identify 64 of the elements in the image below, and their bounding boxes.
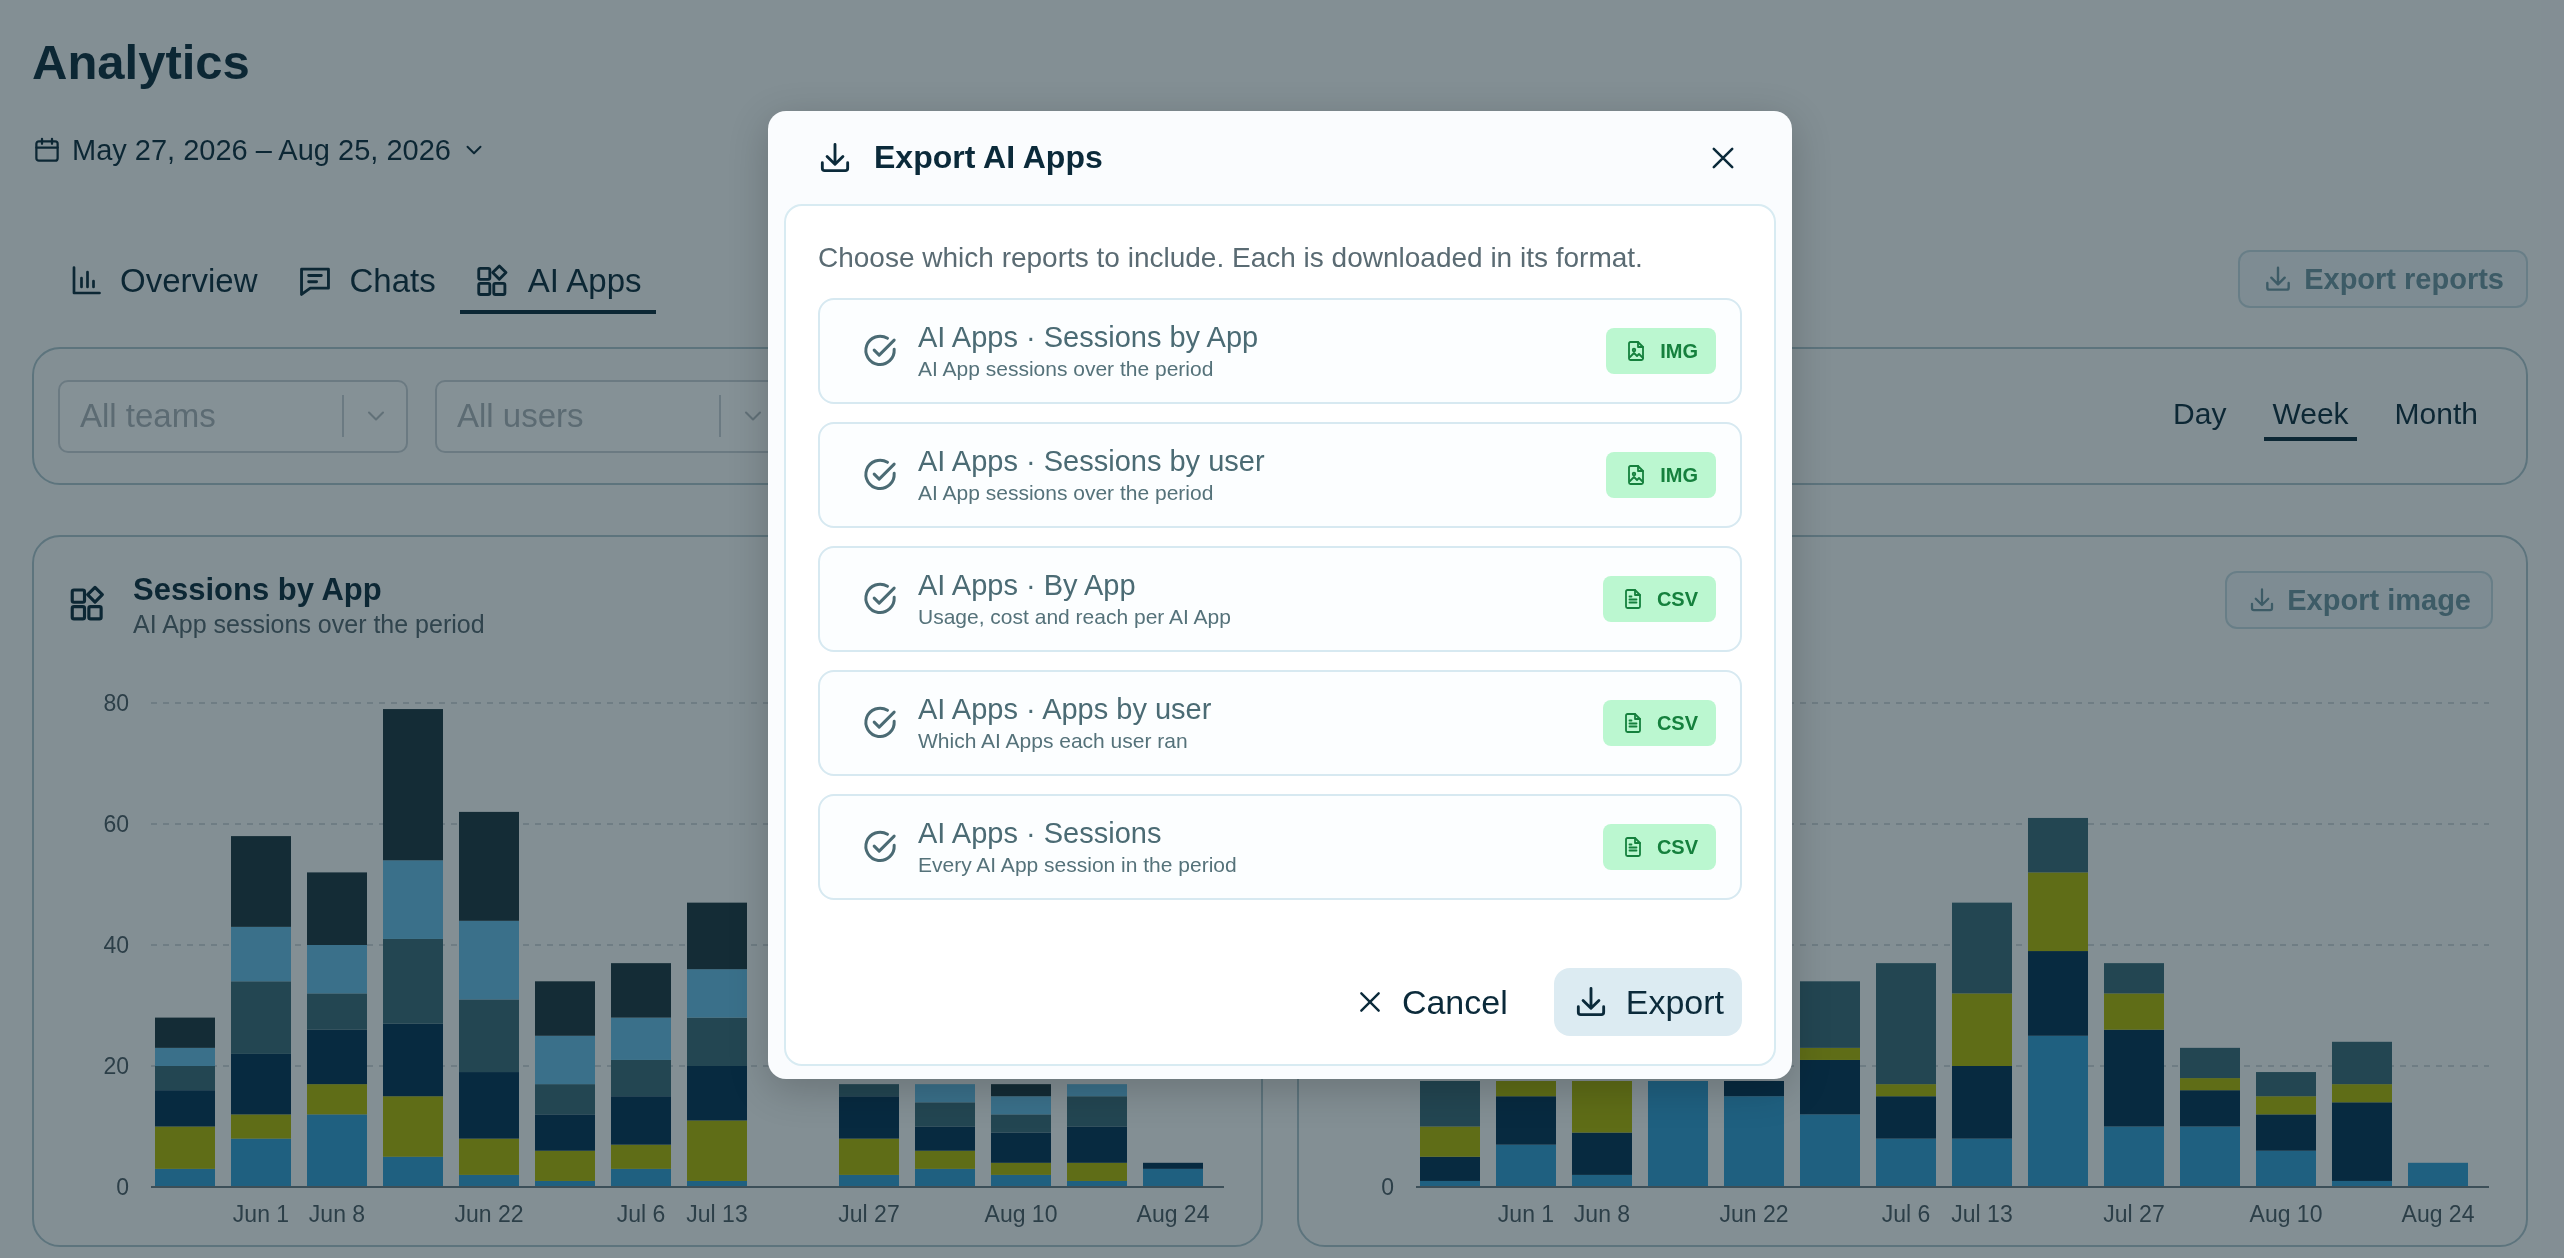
bar-segment	[1572, 1081, 1632, 1133]
report-title: AI Apps · Apps by user	[918, 692, 1213, 726]
axis-label: Jul 6	[616, 1201, 666, 1227]
report-option[interactable]: AI Apps · Sessions by App AI App sessions over the period IMG	[818, 298, 1742, 404]
axis-label: Jul 13	[686, 1201, 748, 1227]
axis-label: 0	[116, 1174, 129, 1200]
granularity-tab[interactable]: Month	[2386, 391, 2486, 441]
report-description: Every AI App session in the period	[918, 852, 1238, 878]
format-badge: IMG	[1606, 452, 1716, 498]
tab[interactable]: Chats	[281, 262, 450, 314]
axis-label: 20	[103, 1053, 129, 1079]
axis-label: Jun 1	[1497, 1201, 1555, 1227]
axis-label: Jul 27	[2103, 1201, 2165, 1227]
tab[interactable]: Overview	[54, 262, 272, 314]
axis-label: Jun 22	[1719, 1201, 1789, 1227]
report-option[interactable]: AI Apps · Sessions by user AI App sessions over the period IMG	[818, 422, 1742, 528]
axis-label: Aug 10	[984, 1201, 1058, 1227]
report-option[interactable]: AI Apps · Apps by user Which AI Apps each user ran CSV	[818, 670, 1742, 776]
axis-label: Jul 27	[838, 1201, 900, 1227]
report-description: Which AI Apps each user ran	[918, 728, 1189, 754]
report-title: AI Apps · Sessions by user	[918, 444, 1266, 478]
report-description: AI App sessions over the period	[918, 356, 1215, 382]
report-title: AI Apps · Sessions by App	[918, 320, 1260, 354]
axis-label: 0	[1381, 1174, 1394, 1200]
format-badge: CSV	[1602, 576, 1716, 622]
export-button[interactable]: Export	[1553, 968, 1742, 1036]
bar-segment	[2028, 817, 2088, 873]
dialog-title: Export AI Apps	[874, 139, 1104, 176]
axis-label: Aug 10	[2249, 1201, 2323, 1227]
report-option[interactable]: AI Apps · By App Usage, cost and reach per AI App CSV	[818, 546, 1742, 652]
bar-segment	[1496, 1144, 1556, 1187]
dialog-description: Choose which reports to include. Each is downloaded in its format.	[818, 241, 1644, 275]
format-badge: IMG	[1606, 328, 1716, 374]
axis-label: Jun 8	[308, 1201, 366, 1227]
axis-label: Jun 1	[232, 1201, 290, 1227]
bar-segment	[1876, 1138, 1936, 1187]
axis-label: 60	[103, 811, 129, 837]
bar-segment	[2256, 1072, 2316, 1097]
axis-label: Jun 8	[1573, 1201, 1631, 1227]
axis-label: Jul 13	[1951, 1201, 2013, 1227]
date-range-picker[interactable]: May 27, 2026 – Aug 25, 2026	[32, 127, 487, 173]
granularity-tab[interactable]: Day	[2165, 391, 2235, 441]
axis-label: Jun 22	[454, 1201, 524, 1227]
report-description: AI App sessions over the period	[918, 480, 1215, 506]
cancel-button[interactable]: Cancel	[1335, 968, 1526, 1036]
axis-label: Jul 6	[1881, 1201, 1931, 1227]
report-title: AI Apps · Sessions	[918, 816, 1163, 850]
bar-segment	[2408, 1162, 2468, 1187]
tab[interactable]: AI Apps	[459, 262, 656, 314]
granularity-tab[interactable]: Week	[2264, 391, 2357, 441]
axis-label: Aug 24	[1136, 1201, 1210, 1227]
axis-label: 40	[103, 932, 129, 958]
report-title: AI Apps · By App	[918, 568, 1137, 602]
format-badge: CSV	[1602, 824, 1716, 870]
format-badge: CSV	[1602, 700, 1716, 746]
axis-label: 80	[103, 690, 129, 716]
axis-label: Aug 24	[2401, 1201, 2475, 1227]
card-title: Sessions by App	[133, 571, 383, 609]
bar-segment	[2104, 963, 2164, 994]
report-description: Usage, cost and reach per AI App	[918, 604, 1232, 630]
report-option[interactable]: AI Apps · Sessions Every AI App session in the period CSV	[818, 794, 1742, 900]
card-subtitle: AI App sessions over the period	[133, 609, 485, 639]
page-title: Analytics	[32, 34, 251, 91]
calendar-icon	[32, 135, 62, 165]
